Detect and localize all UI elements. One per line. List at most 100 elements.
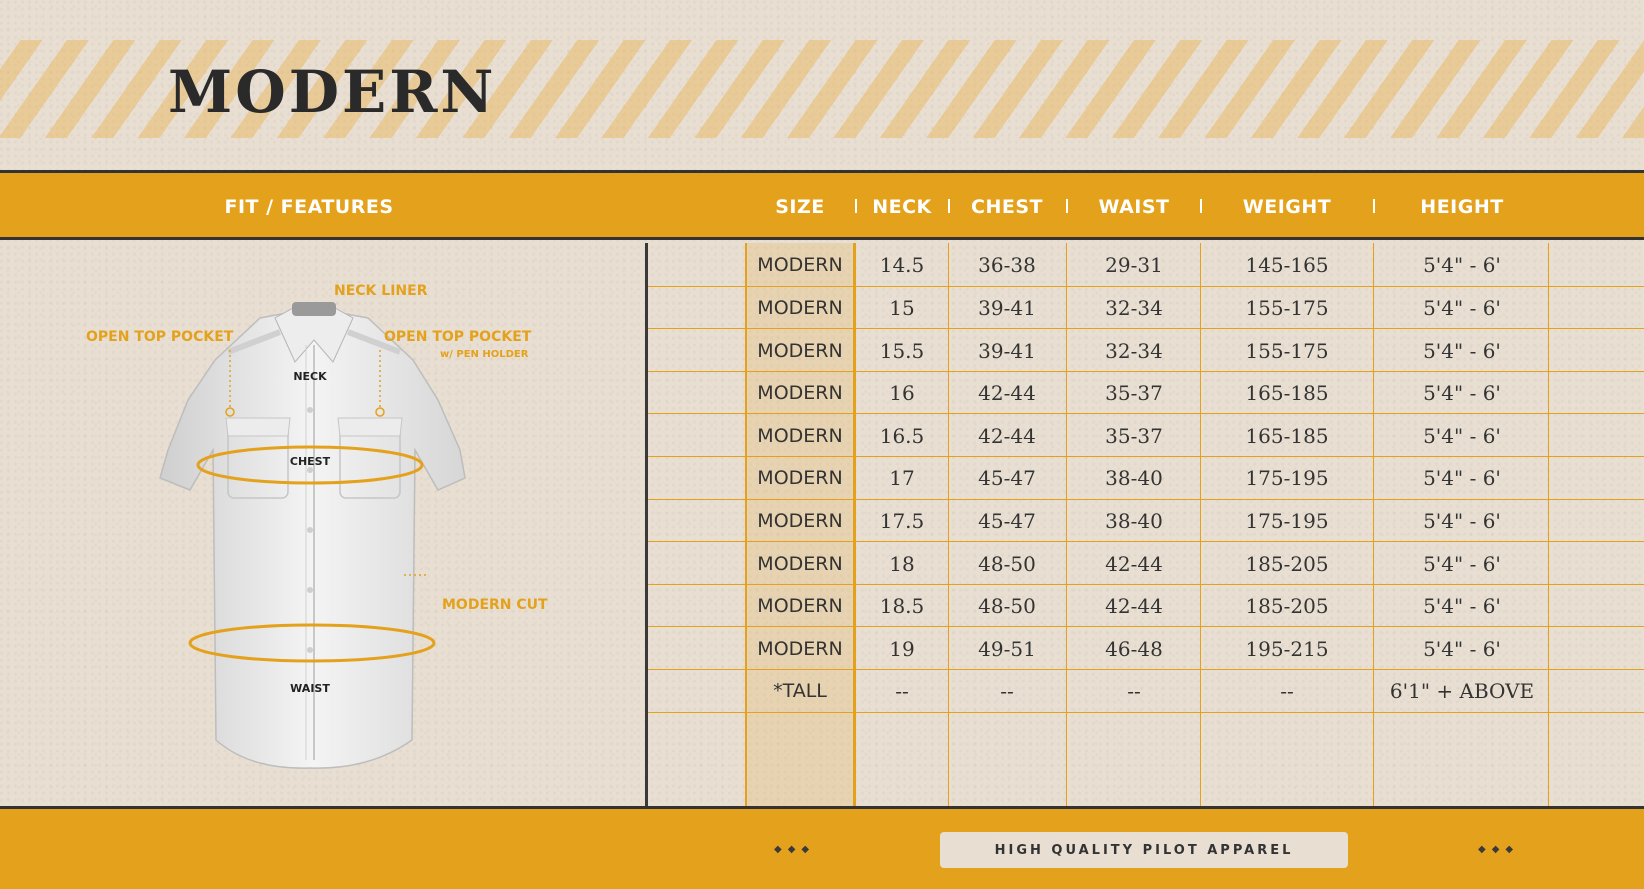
cell-weight: 175-195: [1245, 508, 1329, 533]
cell-chest: 45-47: [978, 466, 1036, 491]
cell-weight: 185-205: [1245, 551, 1329, 576]
cell-waist: 35-37: [1105, 423, 1163, 448]
footer-dots-right: ◆◆◆: [1478, 844, 1520, 855]
table-row-line: [648, 669, 1644, 670]
header-neck: NECK: [872, 196, 932, 218]
cell-size: MODERN: [757, 424, 843, 447]
cell-waist: 29-31: [1105, 253, 1163, 278]
cell-weight: 155-175: [1245, 295, 1329, 320]
header-size: SIZE: [775, 196, 825, 218]
cell-size: MODERN: [757, 339, 843, 362]
cell-height: 5'4" - 6': [1423, 466, 1501, 491]
footer-band: [0, 806, 1644, 889]
cell-weight: 185-205: [1245, 594, 1329, 619]
cell-size: *TALL: [773, 680, 827, 703]
feature-pen-holder: w/ PEN HOLDER: [440, 349, 529, 360]
cell-size: MODERN: [757, 467, 843, 490]
cell-chest: 42-44: [978, 423, 1036, 448]
cell-height: 5'4" - 6': [1423, 636, 1501, 661]
cell-waist: 38-40: [1105, 466, 1163, 491]
cell-waist: --: [1127, 679, 1141, 704]
header-chest: CHEST: [971, 196, 1043, 218]
feature-open-top-pocket-right: OPEN TOP POCKET: [384, 329, 532, 345]
cell-neck: 18.5: [879, 594, 925, 619]
cell-neck: 14.5: [879, 253, 925, 278]
cell-size: MODERN: [757, 382, 843, 405]
cell-chest: 49-51: [978, 636, 1036, 661]
cell-height: 5'4" - 6': [1423, 594, 1501, 619]
page-title: MODERN: [168, 58, 497, 126]
cell-waist: 42-44: [1105, 551, 1163, 576]
table-row-line: [648, 711, 1644, 713]
header-fit-features: FIT / FEATURES: [224, 196, 394, 218]
cell-size: MODERN: [757, 595, 843, 618]
footer-dots-left: ◆◆◆: [774, 844, 816, 855]
table-row-line: [648, 626, 1644, 628]
cell-size: MODERN: [757, 296, 843, 319]
cell-weight: 165-185: [1245, 381, 1329, 406]
header-height: HEIGHT: [1420, 196, 1504, 218]
cell-size: MODERN: [757, 509, 843, 532]
header-separator: [1200, 199, 1202, 213]
cell-weight: 195-215: [1245, 636, 1329, 661]
table-row-line: [648, 413, 1644, 415]
cell-chest: 48-50: [978, 551, 1036, 576]
cell-size: MODERN: [757, 254, 843, 277]
table-row-line: [648, 583, 1644, 585]
cell-chest: 42-44: [978, 381, 1036, 406]
cell-weight: 175-195: [1245, 466, 1329, 491]
cell-height: 5'4" - 6': [1423, 253, 1501, 278]
cell-height: 5'4" - 6': [1423, 338, 1501, 363]
cell-waist: 46-48: [1105, 636, 1163, 661]
cell-chest: 39-41: [978, 338, 1036, 363]
cell-neck: 16.5: [879, 423, 925, 448]
cell-waist: 32-34: [1105, 295, 1163, 320]
cell-waist: 38-40: [1105, 508, 1163, 533]
cell-size: MODERN: [757, 552, 843, 575]
cell-weight: 155-175: [1245, 338, 1329, 363]
table-row-line: [648, 541, 1644, 543]
cell-chest: 39-41: [978, 295, 1036, 320]
measure-waist-label: WAIST: [290, 682, 330, 695]
cell-height: 5'4" - 6': [1423, 551, 1501, 576]
cell-waist: 35-37: [1105, 381, 1163, 406]
cell-waist: 32-34: [1105, 338, 1163, 363]
table-row-line: [648, 456, 1644, 457]
cell-waist: 42-44: [1105, 594, 1163, 619]
header-separator: [855, 199, 857, 213]
cell-weight: 145-165: [1245, 253, 1329, 278]
feature-neck-liner: NECK LINER: [334, 283, 428, 299]
cell-height: 5'4" - 6': [1423, 423, 1501, 448]
cell-neck: --: [895, 679, 909, 704]
cell-height: 6'1" + ABOVE: [1389, 679, 1535, 704]
footer-tagline: HIGH QUALITY PILOT APPAREL: [940, 832, 1348, 868]
header-separator: [1373, 199, 1375, 213]
cell-height: 5'4" - 6': [1423, 381, 1501, 406]
measure-chest-label: CHEST: [289, 455, 331, 468]
cell-weight: --: [1280, 679, 1294, 704]
cell-chest: 48-50: [978, 594, 1036, 619]
cell-weight: 165-185: [1245, 423, 1329, 448]
header-separator: [1066, 199, 1068, 213]
cell-neck: 15.5: [879, 338, 925, 363]
cell-chest: --: [1000, 679, 1014, 704]
cell-neck: 15: [889, 295, 915, 320]
cell-neck: 18: [889, 551, 915, 576]
feature-open-top-pocket-left: OPEN TOP POCKET: [86, 329, 234, 345]
header-waist: WAIST: [1098, 196, 1170, 218]
cell-neck: 17: [889, 466, 915, 491]
table-row-line: [648, 498, 1644, 500]
feature-modern-cut: MODERN CUT: [442, 597, 548, 613]
cell-chest: 36-38: [978, 253, 1036, 278]
cell-size: MODERN: [757, 637, 843, 660]
cell-height: 5'4" - 6': [1423, 508, 1501, 533]
table-row-line: [648, 370, 1644, 372]
header-separator: [948, 199, 950, 213]
cell-neck: 16: [889, 381, 915, 406]
measure-neck-label: NECK: [293, 370, 327, 383]
cell-chest: 45-47: [978, 508, 1036, 533]
table-row-line: [648, 285, 1644, 287]
table-row-line: [648, 328, 1644, 330]
cell-neck: 19: [889, 636, 915, 661]
cell-height: 5'4" - 6': [1423, 295, 1501, 320]
